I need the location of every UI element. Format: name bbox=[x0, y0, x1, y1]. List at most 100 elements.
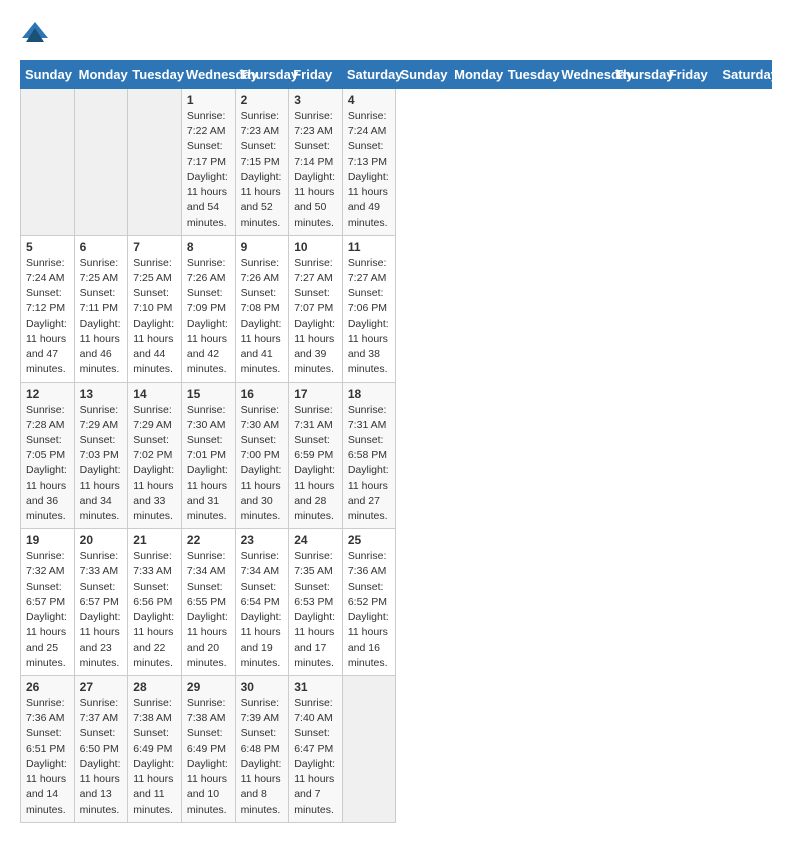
calendar-cell: 26 Sunrise: 7:36 AMSunset: 6:51 PMDayligh… bbox=[21, 676, 75, 823]
day-header-tuesday: Tuesday bbox=[128, 61, 182, 89]
calendar-cell: 28 Sunrise: 7:38 AMSunset: 6:49 PMDayligh… bbox=[128, 676, 182, 823]
calendar-cell: 27Sunrise: 7:37 AMSunset: 6:50 PMDayligh… bbox=[74, 676, 128, 823]
day-info: Sunrise: 7:22 AMSunset: 7:17 PMDaylight:… bbox=[187, 109, 230, 231]
logo-icon bbox=[20, 20, 50, 50]
day-number: 16 bbox=[241, 387, 284, 401]
day-info: Sunrise: 7:34 AMSunset: 6:55 PMDaylight:… bbox=[187, 549, 230, 671]
day-number: 7 bbox=[133, 240, 176, 254]
day-header-tuesday: Tuesday bbox=[503, 61, 557, 89]
day-info: Sunrise: 7:25 AMSunset: 7:11 PMDaylight:… bbox=[80, 256, 123, 378]
day-number: 22 bbox=[187, 533, 230, 547]
day-header-thursday: Thursday bbox=[611, 61, 665, 89]
calendar-cell: 15 Sunrise: 7:30 AMSunset: 7:01 PMDayligh… bbox=[181, 382, 235, 529]
day-header-saturday: Saturday bbox=[718, 61, 772, 89]
calendar-cell bbox=[342, 676, 396, 823]
day-info: Sunrise: 7:36 AMSunset: 6:51 PMDaylight:… bbox=[26, 696, 69, 818]
day-number: 17 bbox=[294, 387, 337, 401]
day-number: 3 bbox=[294, 93, 337, 107]
day-number: 19 bbox=[26, 533, 69, 547]
calendar-header-row: SundayMondayTuesdayWednesdayThursdayFrid… bbox=[21, 61, 772, 89]
day-info: Sunrise: 7:33 AMSunset: 6:56 PMDaylight:… bbox=[133, 549, 176, 671]
calendar-cell: 9 Sunrise: 7:26 AMSunset: 7:08 PMDaylight… bbox=[235, 235, 289, 382]
day-number: 4 bbox=[348, 93, 391, 107]
day-number: 11 bbox=[348, 240, 391, 254]
calendar-cell: 3 Sunrise: 7:23 AMSunset: 7:14 PMDaylight… bbox=[289, 89, 343, 236]
calendar-cell: 1Sunrise: 7:22 AMSunset: 7:17 PMDaylight… bbox=[181, 89, 235, 236]
day-header-saturday: Saturday bbox=[342, 61, 396, 89]
day-info: Sunrise: 7:29 AMSunset: 7:02 PMDaylight:… bbox=[133, 403, 176, 525]
day-info: Sunrise: 7:38 AMSunset: 6:49 PMDaylight:… bbox=[133, 696, 176, 818]
calendar-cell: 14 Sunrise: 7:29 AMSunset: 7:02 PMDayligh… bbox=[128, 382, 182, 529]
page-header bbox=[20, 20, 772, 50]
day-info: Sunrise: 7:24 AMSunset: 7:13 PMDaylight:… bbox=[348, 109, 391, 231]
day-header-monday: Monday bbox=[450, 61, 504, 89]
calendar-cell: 11 Sunrise: 7:27 AMSunset: 7:06 PMDayligh… bbox=[342, 235, 396, 382]
calendar-table: SundayMondayTuesdayWednesdayThursdayFrid… bbox=[20, 60, 772, 823]
calendar-cell: 8 Sunrise: 7:26 AMSunset: 7:09 PMDaylight… bbox=[181, 235, 235, 382]
calendar-cell: 22 Sunrise: 7:34 AMSunset: 6:55 PMDayligh… bbox=[181, 529, 235, 676]
day-number: 13 bbox=[80, 387, 123, 401]
day-info: Sunrise: 7:26 AMSunset: 7:08 PMDaylight:… bbox=[241, 256, 284, 378]
day-header-friday: Friday bbox=[289, 61, 343, 89]
day-info: Sunrise: 7:23 AMSunset: 7:14 PMDaylight:… bbox=[294, 109, 337, 231]
day-number: 15 bbox=[187, 387, 230, 401]
day-number: 2 bbox=[241, 93, 284, 107]
calendar-week-4: 19Sunrise: 7:32 AMSunset: 6:57 PMDayligh… bbox=[21, 529, 772, 676]
calendar-cell: 17 Sunrise: 7:31 AMSunset: 6:59 PMDayligh… bbox=[289, 382, 343, 529]
day-number: 30 bbox=[241, 680, 284, 694]
day-header-thursday: Thursday bbox=[235, 61, 289, 89]
day-header-friday: Friday bbox=[664, 61, 718, 89]
day-info: Sunrise: 7:34 AMSunset: 6:54 PMDaylight:… bbox=[241, 549, 284, 671]
day-header-wednesday: Wednesday bbox=[557, 61, 611, 89]
day-info: Sunrise: 7:39 AMSunset: 6:48 PMDaylight:… bbox=[241, 696, 284, 818]
day-info: Sunrise: 7:40 AMSunset: 6:47 PMDaylight:… bbox=[294, 696, 337, 818]
calendar-cell: 16Sunrise: 7:30 AMSunset: 7:00 PMDayligh… bbox=[235, 382, 289, 529]
calendar-cell: 10Sunrise: 7:27 AMSunset: 7:07 PMDayligh… bbox=[289, 235, 343, 382]
day-number: 24 bbox=[294, 533, 337, 547]
day-info: Sunrise: 7:24 AMSunset: 7:12 PMDaylight:… bbox=[26, 256, 69, 378]
day-number: 18 bbox=[348, 387, 391, 401]
day-info: Sunrise: 7:29 AMSunset: 7:03 PMDaylight:… bbox=[80, 403, 123, 525]
calendar-cell: 29Sunrise: 7:38 AMSunset: 6:49 PMDayligh… bbox=[181, 676, 235, 823]
calendar-cell: 23Sunrise: 7:34 AMSunset: 6:54 PMDayligh… bbox=[235, 529, 289, 676]
calendar-cell bbox=[128, 89, 182, 236]
calendar-cell: 12Sunrise: 7:28 AMSunset: 7:05 PMDayligh… bbox=[21, 382, 75, 529]
logo bbox=[20, 20, 54, 50]
calendar-cell: 20Sunrise: 7:33 AMSunset: 6:57 PMDayligh… bbox=[74, 529, 128, 676]
day-info: Sunrise: 7:36 AMSunset: 6:52 PMDaylight:… bbox=[348, 549, 391, 671]
day-info: Sunrise: 7:27 AMSunset: 7:06 PMDaylight:… bbox=[348, 256, 391, 378]
day-number: 14 bbox=[133, 387, 176, 401]
day-number: 25 bbox=[348, 533, 391, 547]
day-number: 9 bbox=[241, 240, 284, 254]
day-number: 27 bbox=[80, 680, 123, 694]
calendar-cell bbox=[21, 89, 75, 236]
day-info: Sunrise: 7:26 AMSunset: 7:09 PMDaylight:… bbox=[187, 256, 230, 378]
day-info: Sunrise: 7:25 AMSunset: 7:10 PMDaylight:… bbox=[133, 256, 176, 378]
calendar-cell: 30 Sunrise: 7:39 AMSunset: 6:48 PMDayligh… bbox=[235, 676, 289, 823]
calendar-cell: 4 Sunrise: 7:24 AMSunset: 7:13 PMDaylight… bbox=[342, 89, 396, 236]
calendar-week-2: 5 Sunrise: 7:24 AMSunset: 7:12 PMDaylight… bbox=[21, 235, 772, 382]
day-number: 10 bbox=[294, 240, 337, 254]
day-number: 26 bbox=[26, 680, 69, 694]
day-info: Sunrise: 7:33 AMSunset: 6:57 PMDaylight:… bbox=[80, 549, 123, 671]
calendar-cell: 2 Sunrise: 7:23 AMSunset: 7:15 PMDaylight… bbox=[235, 89, 289, 236]
calendar-cell: 7 Sunrise: 7:25 AMSunset: 7:10 PMDaylight… bbox=[128, 235, 182, 382]
day-number: 5 bbox=[26, 240, 69, 254]
day-number: 28 bbox=[133, 680, 176, 694]
calendar-cell bbox=[74, 89, 128, 236]
day-number: 29 bbox=[187, 680, 230, 694]
calendar-week-5: 26 Sunrise: 7:36 AMSunset: 6:51 PMDayligh… bbox=[21, 676, 772, 823]
calendar-cell: 21Sunrise: 7:33 AMSunset: 6:56 PMDayligh… bbox=[128, 529, 182, 676]
day-header-sunday: Sunday bbox=[21, 61, 75, 89]
calendar-cell: 24 Sunrise: 7:35 AMSunset: 6:53 PMDayligh… bbox=[289, 529, 343, 676]
day-number: 12 bbox=[26, 387, 69, 401]
day-info: Sunrise: 7:23 AMSunset: 7:15 PMDaylight:… bbox=[241, 109, 284, 231]
day-header-sunday: Sunday bbox=[396, 61, 450, 89]
calendar-cell: 18Sunrise: 7:31 AMSunset: 6:58 PMDayligh… bbox=[342, 382, 396, 529]
day-number: 8 bbox=[187, 240, 230, 254]
day-number: 31 bbox=[294, 680, 337, 694]
day-info: Sunrise: 7:30 AMSunset: 7:01 PMDaylight:… bbox=[187, 403, 230, 525]
day-header-monday: Monday bbox=[74, 61, 128, 89]
day-info: Sunrise: 7:35 AMSunset: 6:53 PMDaylight:… bbox=[294, 549, 337, 671]
day-info: Sunrise: 7:31 AMSunset: 6:59 PMDaylight:… bbox=[294, 403, 337, 525]
